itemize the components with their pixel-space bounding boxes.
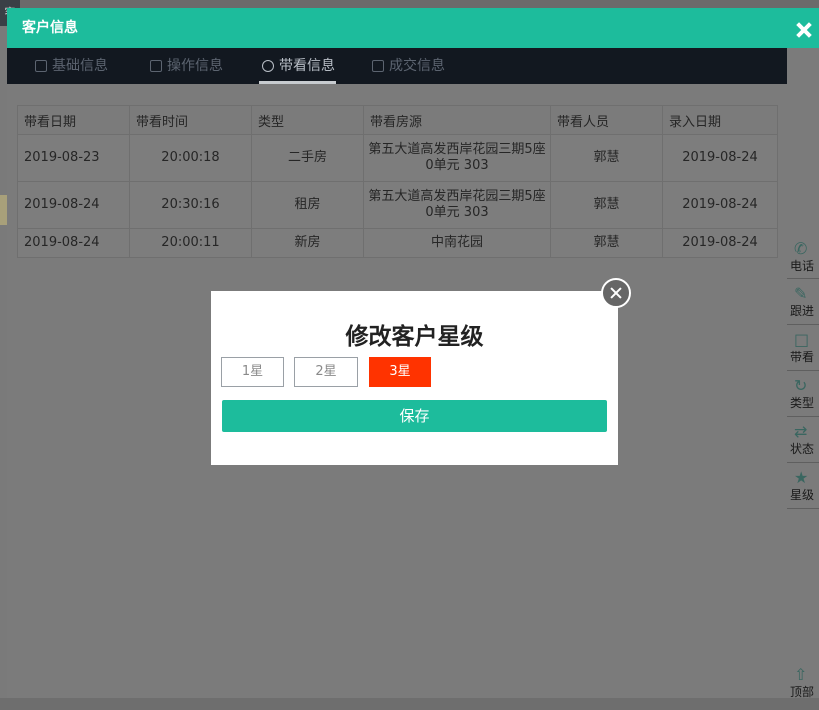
user-icon — [262, 60, 274, 72]
table-cell: 2019-08-24 — [17, 181, 130, 229]
tab-label: 成交信息 — [389, 58, 445, 74]
table-cell: 2019-08-24 — [17, 228, 130, 258]
table-cell: 中南花园 — [363, 228, 551, 258]
table-cell: 2019-08-24 — [662, 228, 778, 258]
toolbar-label: 电话 — [790, 259, 815, 273]
table-row[interactable]: 2019-08-23 20:00:18 二手房 第五大道高发西岸花园三期5座 0… — [17, 134, 778, 182]
background-left-marker — [0, 195, 7, 225]
star-option-1[interactable]: 1星 — [221, 357, 284, 387]
toolbar-label: 状态 — [790, 442, 815, 456]
dialog-close-icon[interactable] — [601, 278, 631, 308]
column-header[interactable]: 带看时间 — [129, 105, 252, 135]
arrow-up-icon: ⇧ — [794, 665, 808, 684]
tab-basic-info[interactable]: 基础信息 — [35, 48, 108, 84]
table-cell: 2019-08-24 — [662, 181, 778, 229]
window-close-icon[interactable] — [795, 21, 813, 39]
table-cell: 新房 — [251, 228, 364, 258]
tab-label: 基础信息 — [52, 58, 108, 74]
table-cell: 20:00:11 — [129, 228, 252, 258]
toolbar-divider — [787, 278, 819, 279]
table-row[interactable]: 2019-08-24 20:00:11 新房 中南花园 郭慧 2019-08-2… — [17, 228, 778, 258]
toolbar-phone-button[interactable]: ✆ 电话 — [787, 239, 819, 274]
table-cell: 第五大道高发西岸花园三期5座 0单元 303 — [363, 134, 551, 182]
toolbar-star-button[interactable]: ★ 星级 — [787, 468, 819, 503]
calendar-icon: □ — [794, 330, 810, 349]
table-cell: 2019-08-23 — [17, 134, 130, 182]
column-header[interactable]: 带看房源 — [363, 105, 551, 135]
toolbar-followup-button[interactable]: ✎ 跟进 — [787, 284, 819, 319]
active-tab-indicator — [259, 81, 336, 84]
table-cell: 20:00:18 — [129, 134, 252, 182]
toolbar-divider — [787, 370, 819, 371]
tab-label: 带看信息 — [279, 58, 335, 74]
table-cell: 20:30:16 — [129, 181, 252, 229]
background-bottom — [0, 698, 819, 710]
toolbar-label: 跟进 — [790, 304, 815, 318]
star-rating-dialog: 修改客户星级 1星 2星 3星 保存 — [211, 291, 618, 465]
document-icon — [150, 60, 162, 72]
refresh-icon: ↻ — [794, 376, 808, 395]
tab-operation-info[interactable]: 操作信息 — [150, 48, 223, 84]
toolbar-label: 带看 — [790, 350, 815, 364]
tab-deal-info[interactable]: 成交信息 — [372, 48, 445, 84]
viewing-records-table: 带看日期 带看时间 类型 带看房源 带看人员 录入日期 2019-08-23 2… — [17, 105, 778, 258]
column-header[interactable]: 带看日期 — [17, 105, 130, 135]
toolbar-divider — [787, 462, 819, 463]
toolbar-status-button[interactable]: ⇄ 状态 — [787, 422, 819, 457]
note-icon: ✎ — [794, 284, 808, 303]
phone-icon: ✆ — [794, 239, 808, 258]
table-cell: 郭慧 — [550, 134, 663, 182]
toolbar-label: 星级 — [790, 488, 815, 502]
table-cell: 二手房 — [251, 134, 364, 182]
toolbar-type-button[interactable]: ↻ 类型 — [787, 376, 819, 411]
background-strip — [0, 0, 819, 8]
tab-bar: 基础信息 操作信息 带看信息 成交信息 — [7, 48, 787, 84]
table-cell: 租房 — [251, 181, 364, 229]
save-button[interactable]: 保存 — [222, 400, 607, 432]
tab-label: 操作信息 — [167, 58, 223, 74]
table-cell: 2019-08-24 — [662, 134, 778, 182]
table-cell: 郭慧 — [550, 228, 663, 258]
column-header[interactable]: 带看人员 — [550, 105, 663, 135]
toolbar-divider — [787, 416, 819, 417]
table-row[interactable]: 2019-08-24 20:30:16 租房 第五大道高发西岸花园三期5座 0单… — [17, 181, 778, 229]
id-card-icon — [35, 60, 47, 72]
table-cell: 第五大道高发西岸花园三期5座 0单元 303 — [363, 181, 551, 229]
toolbar-divider — [787, 508, 819, 509]
swap-icon: ⇄ — [794, 422, 808, 441]
window-title: 客户信息 — [22, 20, 78, 36]
table-cell: 郭慧 — [550, 181, 663, 229]
column-header[interactable]: 类型 — [251, 105, 364, 135]
star-icon: ★ — [794, 468, 809, 487]
toolbar-viewing-button[interactable]: □ 带看 — [787, 330, 819, 365]
toolbar-top-button[interactable]: ⇧ 顶部 — [787, 665, 819, 700]
star-option-2[interactable]: 2星 — [294, 357, 358, 387]
star-option-3[interactable]: 3星 — [369, 357, 431, 387]
table-header-row: 带看日期 带看时间 类型 带看房源 带看人员 录入日期 — [17, 105, 778, 135]
tab-viewing-info[interactable]: 带看信息 — [262, 48, 335, 84]
toolbar-label: 类型 — [790, 396, 815, 410]
toolbar-divider — [787, 324, 819, 325]
window-header: 客户信息 — [7, 8, 819, 48]
file-icon — [372, 60, 384, 72]
column-header[interactable]: 录入日期 — [662, 105, 778, 135]
dialog-title: 修改客户星级 — [345, 324, 484, 350]
toolbar-label: 顶部 — [790, 685, 815, 699]
